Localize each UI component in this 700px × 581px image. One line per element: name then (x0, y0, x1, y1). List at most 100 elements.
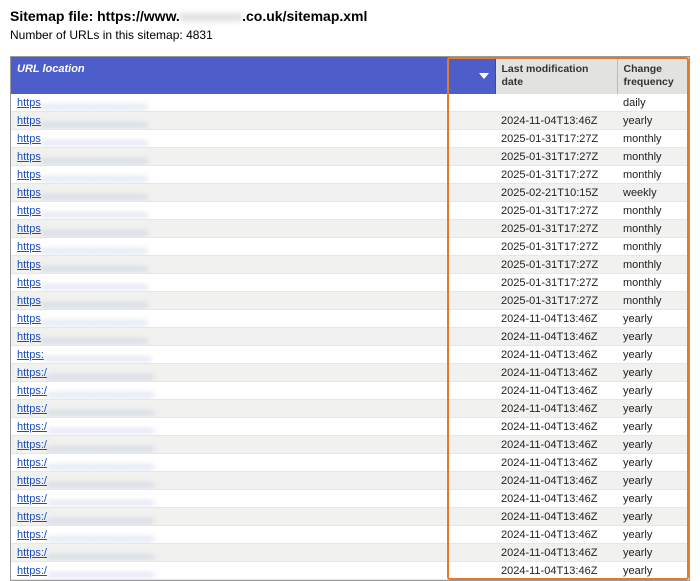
url-link[interactable]: https:/.................................… (17, 385, 154, 397)
col-lastmod-label: Last modification date (502, 63, 589, 88)
url-link[interactable]: https:/.................................… (17, 475, 154, 487)
url-cell: https:/.................................… (11, 382, 495, 400)
sort-desc-icon (479, 73, 489, 79)
url-link[interactable]: https:/.................................… (17, 547, 154, 559)
priority-cell: 0.5 (689, 382, 690, 400)
priority-cell: 0.5 (689, 418, 690, 436)
changefreq-cell: yearly (617, 364, 689, 382)
lastmod-cell (495, 94, 617, 112)
priority-cell: 0.5 (689, 130, 690, 148)
priority-cell: 0.5 (689, 310, 690, 328)
changefreq-cell: yearly (617, 508, 689, 526)
lastmod-cell: 2024-11-04T13:46Z (495, 454, 617, 472)
lastmod-cell: 2025-01-31T17:27Z (495, 292, 617, 310)
url-link[interactable]: https:..................................… (17, 349, 151, 361)
lastmod-cell: 2025-01-31T17:27Z (495, 166, 617, 184)
priority-cell: 0.5 (689, 202, 690, 220)
lastmod-cell: 2024-11-04T13:46Z (495, 112, 617, 130)
url-link[interactable]: https................................... (17, 223, 148, 235)
url-link[interactable]: https................................... (17, 187, 148, 199)
table-row: https:/.................................… (11, 436, 690, 454)
table-row: https...................................… (11, 202, 690, 220)
col-lastmod[interactable]: Last modification date (495, 57, 617, 94)
changefreq-cell: yearly (617, 562, 689, 580)
changefreq-cell: monthly (617, 220, 689, 238)
url-link[interactable]: https:/.................................… (17, 493, 154, 505)
url-cell: https:/.................................… (11, 472, 495, 490)
changefreq-cell: monthly (617, 202, 689, 220)
url-link[interactable]: https:/.................................… (17, 439, 154, 451)
changefreq-cell: weekly (617, 184, 689, 202)
col-priority[interactable]: Priority (689, 57, 690, 94)
table-row: https:/.................................… (11, 526, 690, 544)
url-cell: https................................... (11, 238, 495, 256)
priority-cell: 0.5 (689, 436, 690, 454)
table-row: https:/.................................… (11, 562, 690, 580)
table-body: https...................................… (11, 94, 690, 580)
page-header: Sitemap file: https://www.xxxxxxxx.co.uk… (0, 0, 700, 56)
url-link[interactable]: https................................... (17, 97, 148, 109)
lastmod-cell: 2024-11-04T13:46Z (495, 310, 617, 328)
priority-cell: 0.5 (689, 238, 690, 256)
table-row: https...................................… (11, 292, 690, 310)
changefreq-cell: yearly (617, 418, 689, 436)
changefreq-cell: yearly (617, 346, 689, 364)
url-link[interactable]: https:/.................................… (17, 529, 154, 541)
col-changefreq[interactable]: Change frequency (617, 57, 689, 94)
priority-cell: 0.5 (689, 148, 690, 166)
url-link[interactable]: https................................... (17, 133, 148, 145)
table-row: https:/.................................… (11, 418, 690, 436)
url-count-value: 4831 (186, 28, 213, 42)
url-link[interactable]: https:/.................................… (17, 565, 154, 577)
url-link[interactable]: https................................... (17, 313, 148, 325)
lastmod-cell: 2024-11-04T13:46Z (495, 472, 617, 490)
table-row: https:/.................................… (11, 400, 690, 418)
url-link[interactable]: https:/.................................… (17, 367, 154, 379)
priority-cell: 0.5 (689, 274, 690, 292)
priority-cell: 0.5 (689, 292, 690, 310)
table-row: https...................................… (11, 238, 690, 256)
url-link[interactable]: https................................... (17, 331, 148, 343)
changefreq-cell: yearly (617, 328, 689, 346)
changefreq-cell: monthly (617, 130, 689, 148)
priority-cell: 0.5 (689, 454, 690, 472)
url-link[interactable]: https................................... (17, 115, 148, 127)
url-link[interactable]: https:/.................................… (17, 403, 154, 415)
col-url-label: URL location (17, 63, 85, 75)
priority-cell: 0.5 (689, 562, 690, 580)
url-cell: https................................... (11, 274, 495, 292)
priority-cell: 0.5 (689, 166, 690, 184)
table-row: https:..................................… (11, 346, 690, 364)
priority-cell: 0.5 (689, 328, 690, 346)
priority-cell: 0.5 (689, 472, 690, 490)
url-link[interactable]: https................................... (17, 295, 148, 307)
table-row: https:/.................................… (11, 490, 690, 508)
url-link[interactable]: https................................... (17, 241, 148, 253)
url-link[interactable]: https................................... (17, 205, 148, 217)
url-link[interactable]: https:/.................................… (17, 457, 154, 469)
priority-cell: 0.5 (689, 526, 690, 544)
lastmod-cell: 2024-11-04T13:46Z (495, 328, 617, 346)
url-link[interactable]: https................................... (17, 151, 148, 163)
priority-cell: 0.5 (689, 346, 690, 364)
url-link[interactable]: https................................... (17, 169, 148, 181)
url-link[interactable]: https:/.................................… (17, 511, 154, 523)
url-cell: https................................... (11, 310, 495, 328)
priority-cell: 0.5 (689, 508, 690, 526)
changefreq-cell: yearly (617, 382, 689, 400)
lastmod-cell: 2025-01-31T17:27Z (495, 220, 617, 238)
table-row: https...................................… (11, 130, 690, 148)
url-cell: https:/.................................… (11, 526, 495, 544)
col-url[interactable]: URL location (11, 57, 495, 94)
priority-cell: 0.5 (689, 220, 690, 238)
changefreq-cell: monthly (617, 238, 689, 256)
url-link[interactable]: https................................... (17, 259, 148, 271)
url-link[interactable]: https................................... (17, 277, 148, 289)
priority-cell: 0.5 (689, 544, 690, 562)
page-title: Sitemap file: https://www.xxxxxxxx.co.uk… (10, 8, 690, 24)
lastmod-cell: 2024-11-04T13:46Z (495, 544, 617, 562)
table-row: https:/.................................… (11, 472, 690, 490)
url-link[interactable]: https:/.................................… (17, 421, 154, 433)
lastmod-cell: 2024-11-04T13:46Z (495, 562, 617, 580)
changefreq-cell: yearly (617, 400, 689, 418)
